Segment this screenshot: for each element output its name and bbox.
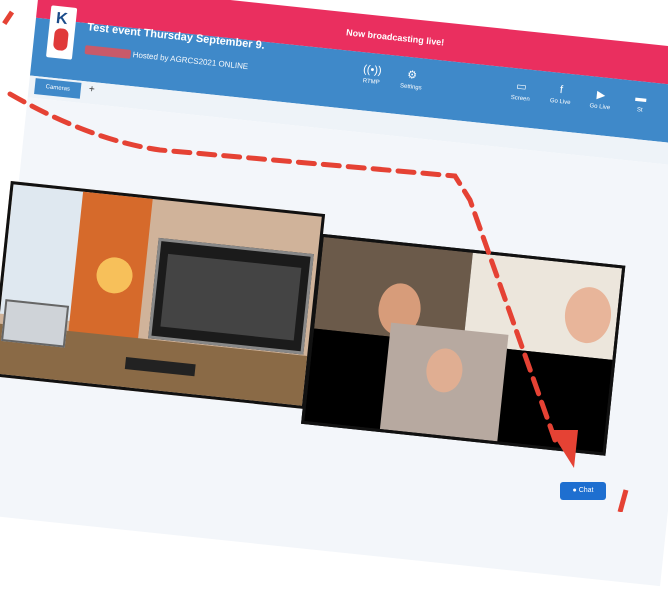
facebook-icon: f [559,83,564,97]
monitor-image [148,237,314,355]
gear-icon: ⚙ [406,68,418,82]
toolbar-button-youtube-live[interactable]: ▶ Go Live [580,86,622,112]
dashed-arrow-path [0,10,15,32]
monitor-icon: ▭ [515,80,528,94]
toolbar-button-facebook-live[interactable]: f Go Live [540,82,582,107]
broadcast-icon: ((•)) [362,63,383,78]
youtube-icon: ▶ [596,88,606,102]
toolbar-label: Go Live [589,103,611,112]
toolbar-button-rtmp[interactable]: ((•)) RTMP [351,62,393,87]
toolbar-button-screen[interactable]: ▭ Screen [500,78,542,104]
camera-stage [0,97,668,587]
app-logo: K [45,5,78,60]
app-screenshot: Now broadcasting live! K Test event Thur… [0,0,668,608]
hosted-by-text: Hosted by AGRCS2021 ONLINE [132,50,249,72]
chat-button[interactable]: ● Chat [560,482,606,500]
video-tile-gallery[interactable] [301,233,626,456]
toolbar-button-settings[interactable]: ⚙ Settings [391,66,433,92]
toolbar-label: Settings [399,83,422,92]
chat-label: Chat [578,487,594,494]
toolbar-button-stream[interactable]: ▬ St [619,90,661,115]
toolbar-label: St [636,107,643,114]
laptop-image [1,299,70,348]
live-banner-text: Now broadcasting live! [345,27,445,48]
stream-icon: ▬ [634,91,648,106]
add-tab-button[interactable]: + [88,84,95,96]
toolbar-label: RTMP [362,78,380,87]
status-indicator [84,45,132,59]
tab-cameras[interactable]: Cameras [34,78,82,99]
logo-letter-icon: K [55,9,69,29]
participant-video [379,322,509,442]
toolbar-label: Screen [510,94,530,103]
toolbar-label: Go Live [549,97,571,107]
video-tile-room[interactable] [0,181,326,410]
